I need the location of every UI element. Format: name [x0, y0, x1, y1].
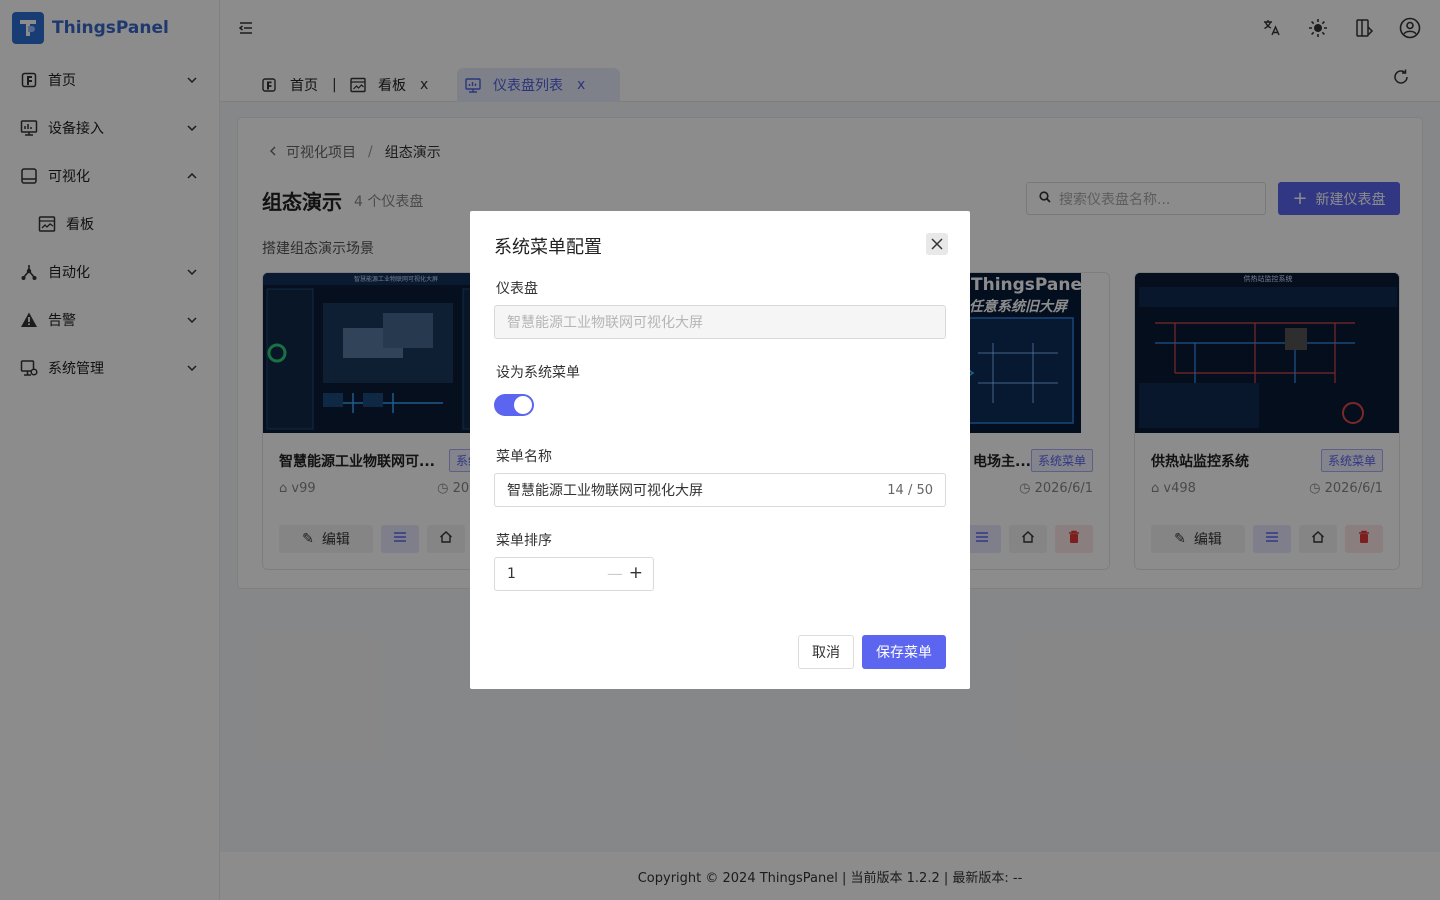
menu-name-input[interactable]: 智慧能源工业物联网可视化大屏 14 / 50	[494, 473, 946, 507]
menu-name-label: 菜单名称	[496, 449, 552, 465]
dialog-title: 系统菜单配置	[494, 237, 602, 258]
menu-order-label: 菜单排序	[496, 533, 552, 549]
plus-icon[interactable]: +	[629, 563, 643, 583]
minus-icon[interactable]: —	[607, 564, 623, 583]
close-icon[interactable]	[926, 233, 948, 255]
menu-name-value: 智慧能源工业物联网可视化大屏	[507, 483, 703, 499]
save-menu-button[interactable]: 保存菜单	[862, 635, 946, 669]
system-menu-config-dialog: 系统菜单配置 仪表盘 智慧能源工业物联网可视化大屏 设为系统菜单 菜单名称 智慧…	[470, 211, 970, 689]
toggle-knob	[514, 396, 532, 414]
dashboard-field: 智慧能源工业物联网可视化大屏	[494, 305, 946, 339]
dashboard-field-value: 智慧能源工业物联网可视化大屏	[507, 315, 703, 331]
menu-order-stepper[interactable]: 1 — +	[494, 557, 654, 591]
dashboard-field-label: 仪表盘	[496, 281, 538, 297]
cancel-button[interactable]: 取消	[798, 635, 854, 669]
set-system-menu-label: 设为系统菜单	[496, 365, 580, 381]
menu-order-value: 1	[507, 566, 516, 582]
char-count: 14 / 50	[887, 482, 933, 498]
system-menu-toggle[interactable]	[494, 394, 534, 416]
